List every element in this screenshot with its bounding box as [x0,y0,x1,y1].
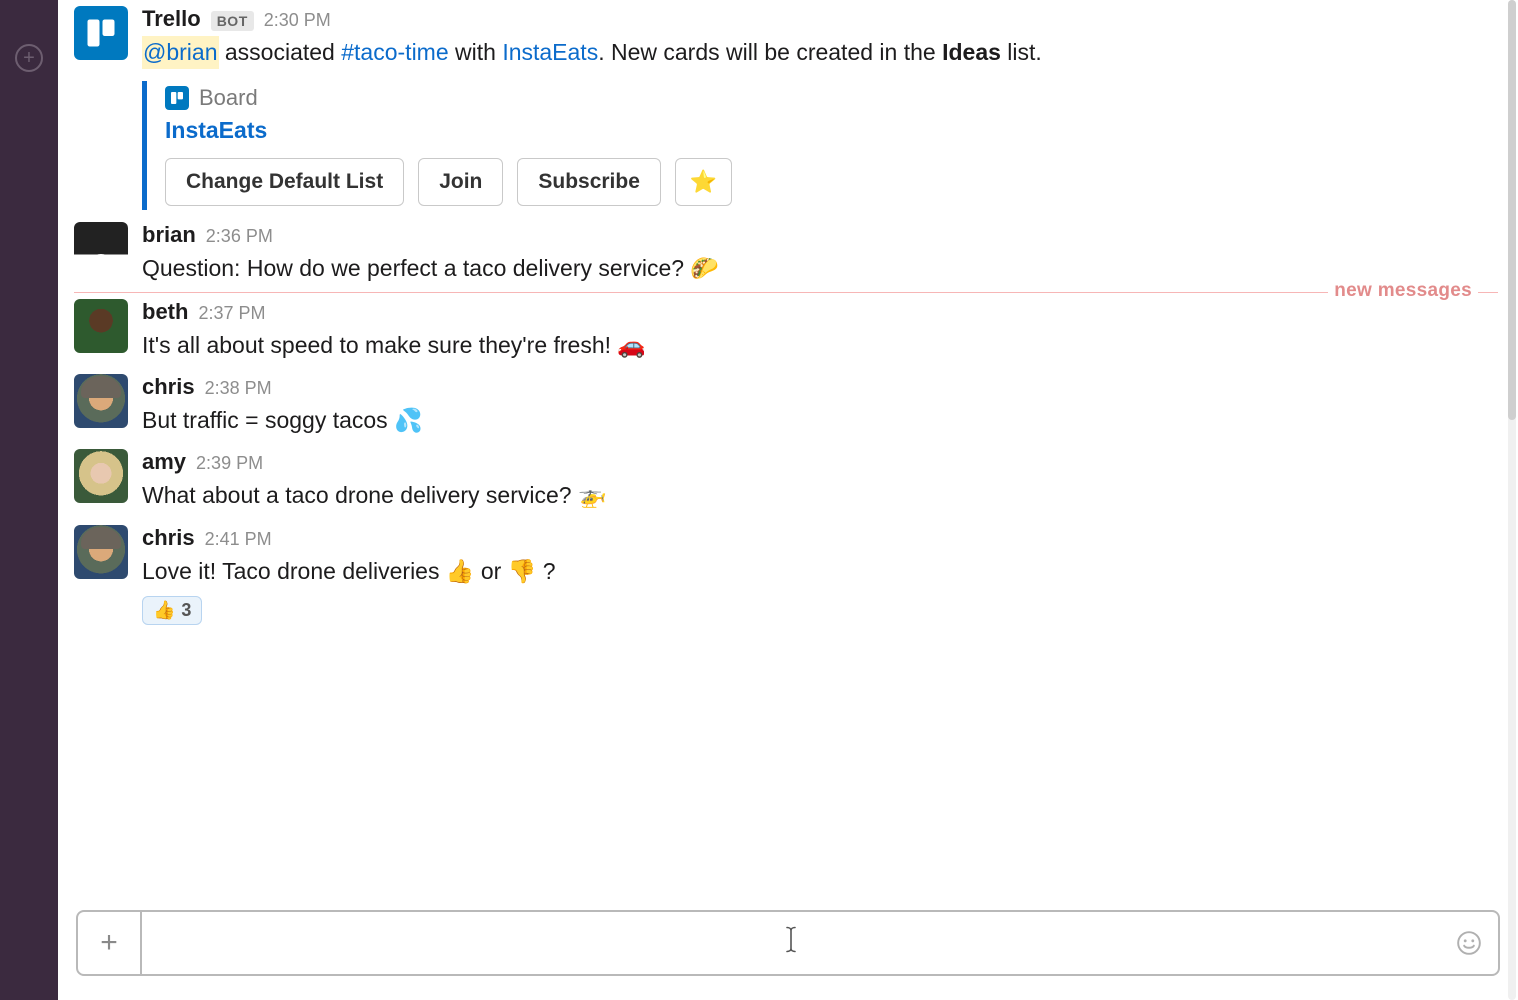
composer-input-wrap [142,912,1440,974]
channel-link[interactable]: #taco-time [341,39,448,65]
author-name[interactable]: Trello [142,6,201,32]
text-span: associated [219,39,342,65]
avatar[interactable] [74,449,128,503]
message: brian 2:36 PM Question: How do we perfec… [58,216,1498,291]
message-time: 2:38 PM [205,378,272,399]
message: chris 2:38 PM But traffic = soggy tacos … [58,368,1498,443]
message-header: chris 2:41 PM [142,525,1498,551]
reaction[interactable]: 👍 3 [142,596,202,625]
scroll-thumb[interactable] [1508,0,1516,420]
message-body: chris 2:38 PM But traffic = soggy tacos … [142,374,1498,437]
add-workspace-button[interactable]: + [15,44,43,72]
message-text: Love it! Taco drone deliveries 👍 or 👎 ? [142,555,1498,588]
author-name[interactable]: beth [142,299,188,325]
message-list: Trello BOT 2:30 PM @brian associated #ta… [58,0,1518,902]
attachment-actions: Change Default List Join Subscribe ⭐ [165,158,1498,206]
attach-button[interactable]: + [78,912,142,974]
author-name[interactable]: chris [142,374,195,400]
message-header: brian 2:36 PM [142,222,1498,248]
reaction-count: 3 [181,600,191,621]
message-body: amy 2:39 PM What about a taco drone deli… [142,449,1498,512]
author-name[interactable]: chris [142,525,195,551]
avatar[interactable] [74,222,128,276]
message-header: amy 2:39 PM [142,449,1498,475]
attachment-type: Board [199,85,258,111]
emoji-button[interactable] [1440,912,1498,974]
trello-board-icon [165,86,189,110]
attachment: Board InstaEats Change Default List Join… [142,81,1498,210]
message-time: 2:41 PM [205,529,272,550]
message: beth 2:37 PM It's all about speed to mak… [58,293,1498,368]
message: chris 2:41 PM Love it! Taco drone delive… [58,519,1498,631]
thumbs-up-icon: 👍 [153,600,175,621]
message: Trello BOT 2:30 PM @brian associated #ta… [58,0,1498,216]
message-time: 2:36 PM [206,226,273,247]
message-body: beth 2:37 PM It's all about speed to mak… [142,299,1498,362]
app-badge: BOT [211,11,254,31]
message-time: 2:30 PM [264,10,331,31]
trello-icon [83,15,119,51]
plus-icon: + [100,926,118,960]
message-text: Question: How do we perfect a taco deliv… [142,252,1498,285]
message-text: What about a taco drone delivery service… [142,479,1498,512]
attachment-header: Board [165,85,1498,111]
text-span: list. [1001,39,1042,65]
message-input[interactable] [142,912,1440,974]
text-span: . New cards will be created in the [598,39,942,65]
star-button[interactable]: ⭐ [675,158,732,206]
scrollbar[interactable] [1508,0,1516,1000]
channel-content: Trello BOT 2:30 PM @brian associated #ta… [58,0,1518,1000]
message-composer: + [76,910,1500,976]
plus-icon: + [23,48,35,68]
smile-icon [1456,930,1482,956]
message-header: beth 2:37 PM [142,299,1498,325]
change-default-list-button[interactable]: Change Default List [165,158,404,206]
workspace-sidebar: + [0,0,58,1000]
author-name[interactable]: brian [142,222,196,248]
message-time: 2:39 PM [196,453,263,474]
message-body: chris 2:41 PM Love it! Taco drone delive… [142,525,1498,625]
message-header: chris 2:38 PM [142,374,1498,400]
avatar[interactable] [74,299,128,353]
message-text: But traffic = soggy tacos 💦 [142,404,1498,437]
avatar[interactable] [74,374,128,428]
message-time: 2:37 PM [198,303,265,324]
slack-app: + Trello BOT 2 [0,0,1518,1000]
subscribe-button[interactable]: Subscribe [517,158,661,206]
join-button[interactable]: Join [418,158,503,206]
mention[interactable]: @brian [142,36,219,69]
message-text: It's all about speed to make sure they'r… [142,329,1498,362]
attachment-name[interactable]: InstaEats [165,117,1498,144]
message-header: Trello BOT 2:30 PM [142,6,1498,32]
board-link[interactable]: InstaEats [502,39,598,65]
star-icon: ⭐ [690,169,717,194]
author-name[interactable]: amy [142,449,186,475]
message-body: Trello BOT 2:30 PM @brian associated #ta… [142,6,1498,210]
message: amy 2:39 PM What about a taco drone deli… [58,443,1498,518]
avatar[interactable] [74,6,128,60]
message-text: @brian associated #taco-time with InstaE… [142,36,1498,69]
avatar[interactable] [74,525,128,579]
text-span: with [449,39,503,65]
message-body: brian 2:36 PM Question: How do we perfec… [142,222,1498,285]
list-name: Ideas [942,39,1001,65]
